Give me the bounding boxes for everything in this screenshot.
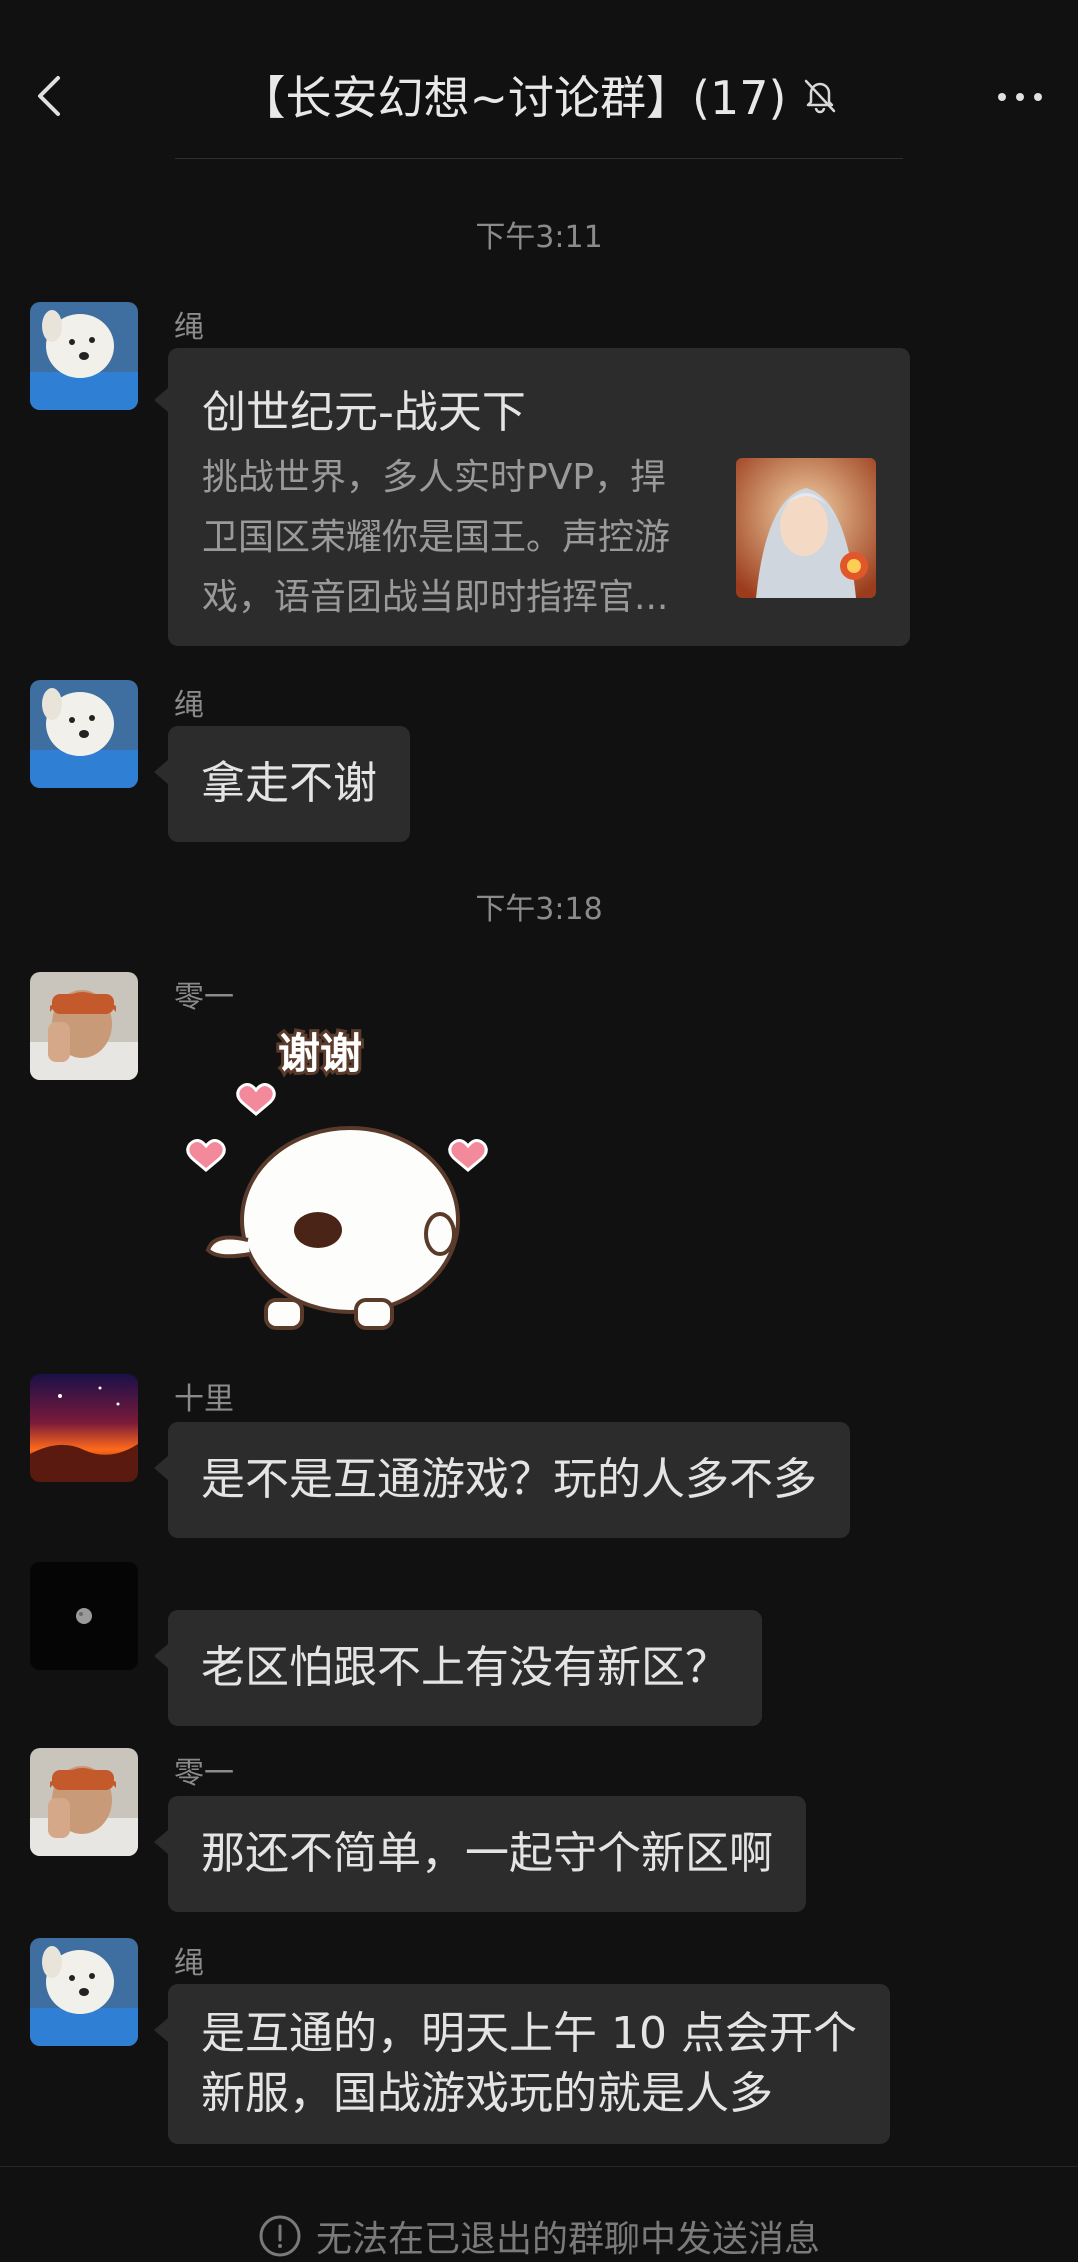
footer-divider [0, 2166, 1078, 2167]
bell-off-icon [800, 75, 840, 115]
chevron-left-icon [38, 76, 60, 116]
info-icon [258, 2214, 302, 2258]
avatar-dog[interactable] [30, 302, 138, 410]
message-timestamp: 下午3:18 [475, 892, 603, 927]
sticker-label: 谢谢 [278, 1029, 362, 1078]
sender-name: 绳 [174, 310, 204, 345]
sender-name: 十里 [174, 1382, 234, 1417]
avatar-dog[interactable] [30, 680, 138, 788]
chat-title-wrap: 【长安幻想~讨论群】(17) [150, 60, 930, 130]
message-line: 是互通的，明天上午 10 点会开个 [201, 2008, 857, 2059]
message-bubble[interactable]: 是互通的，明天上午 10 点会开个 新服，国战游戏玩的就是人多 [154, 1984, 890, 2144]
more-options-button[interactable] [990, 72, 1050, 122]
message-line: 新服，国战游戏玩的就是人多 [201, 2068, 773, 2119]
card-desc-line: 戏，语音团战当即时指挥官... [202, 577, 669, 618]
message-timestamp: 下午3:11 [475, 220, 603, 255]
notice-text: 无法在已退出的群聊中发送消息 [315, 2219, 820, 2260]
shared-link-card[interactable]: 创世纪元-战天下 挑战世界，多人实时PVP，捍 卫国区荣耀你是国王。声控游 戏，… [154, 348, 910, 646]
exited-group-notice: 无法在已退出的群聊中发送消息 [0, 2210, 1078, 2262]
sender-name: 绳 [174, 1946, 204, 1981]
avatar-sunset[interactable] [30, 1374, 138, 1482]
avatar-person[interactable] [30, 1748, 138, 1856]
avatar-moon[interactable] [30, 1562, 138, 1670]
more-horizontal-icon [998, 93, 1042, 101]
message-bubble[interactable]: 那还不简单，一起守个新区啊 [154, 1796, 806, 1912]
card-title: 创世纪元-战天下 [202, 387, 526, 438]
sticker-thanks[interactable]: 谢谢 [178, 1020, 498, 1350]
avatar-dog[interactable] [30, 1938, 138, 2046]
header-divider [175, 158, 903, 159]
sender-name: 零一 [174, 1756, 234, 1791]
back-button[interactable] [28, 68, 76, 124]
card-thumbnail [736, 458, 876, 598]
sender-name: 绳 [174, 688, 204, 723]
sender-name: 零一 [174, 980, 234, 1015]
message-bubble[interactable]: 拿走不谢 [154, 726, 410, 842]
chat-title: 【长安幻想~讨论群】(17) [239, 71, 787, 125]
card-description: 挑战世界，多人实时PVP，捍 卫国区荣耀你是国王。声控游 戏，语音团战当即时指挥… [202, 448, 672, 628]
chat-header: 【长安幻想~讨论群】(17) [0, 0, 1078, 160]
message-bubble[interactable]: 老区怕跟不上有没有新区？ [154, 1610, 762, 1726]
avatar-person[interactable] [30, 972, 138, 1080]
card-desc-line: 挑战世界，多人实时PVP，捍 [202, 457, 667, 498]
message-bubble[interactable]: 是不是互通游戏？玩的人多不多 [154, 1422, 850, 1538]
card-desc-line: 卫国区荣耀你是国王。声控游 [202, 517, 671, 558]
